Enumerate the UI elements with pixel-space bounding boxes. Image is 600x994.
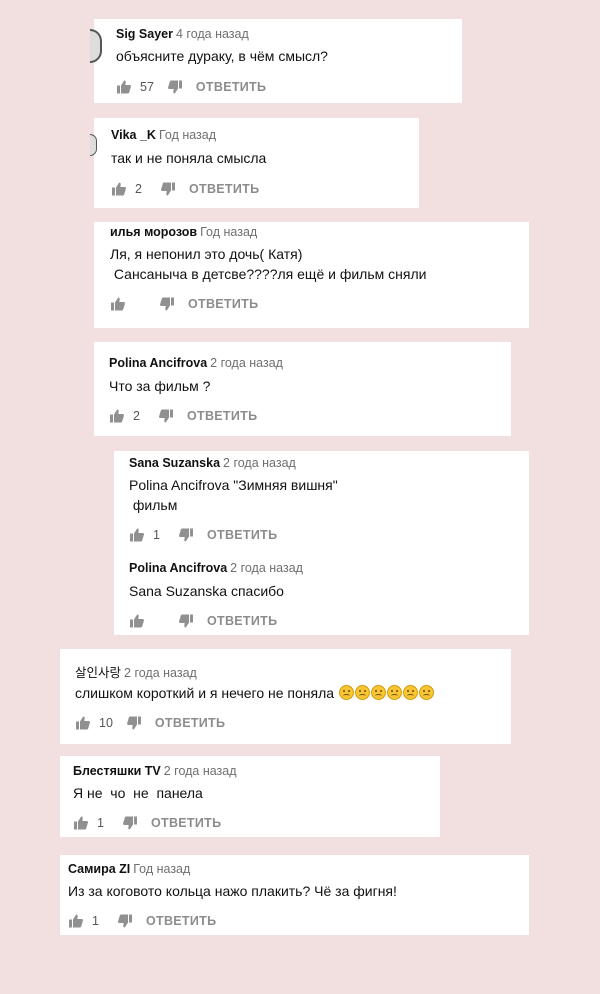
comment-text: Из за коговото кольца нажо плакить? Чё з… bbox=[68, 883, 397, 899]
reply-button[interactable]: ОТВЕТИТЬ bbox=[187, 409, 257, 423]
avatar[interactable] bbox=[90, 134, 97, 156]
confused-face-emoji bbox=[386, 685, 402, 700]
comment-actions: 1 ОТВЕТИТЬ bbox=[68, 912, 216, 930]
thumbs-down-icon[interactable] bbox=[159, 296, 175, 312]
confused-face-emoji bbox=[354, 685, 370, 700]
thumbs-up-icon[interactable] bbox=[129, 613, 145, 629]
reply-button[interactable]: ОТВЕТИТЬ bbox=[146, 914, 216, 928]
like-count: 1 bbox=[153, 528, 160, 542]
comment-meta: Блестяшки TV 2 года назад bbox=[73, 764, 237, 778]
reply-button[interactable]: ОТВЕТИТЬ bbox=[189, 182, 259, 196]
comment-author[interactable]: Sana Suzanska bbox=[129, 456, 220, 470]
comment-author[interactable]: Polina Ancifrova bbox=[129, 561, 227, 575]
comment-time[interactable]: Год назад bbox=[133, 862, 190, 876]
like-count: 1 bbox=[92, 914, 99, 928]
thumbs-up-icon[interactable] bbox=[109, 408, 125, 424]
comment-text: Я не чо не панела bbox=[73, 785, 203, 801]
comment-meta: Polina Ancifrova 2 года назад bbox=[129, 561, 303, 575]
reply-thread-card: Sana Suzanska 2 года назад Polina Ancifro… bbox=[114, 451, 529, 635]
confused-face-emoji bbox=[402, 685, 418, 700]
avatar[interactable] bbox=[90, 29, 102, 63]
comment-actions: 1 ОТВЕТИТЬ bbox=[73, 814, 221, 832]
thumbs-up-icon[interactable] bbox=[75, 715, 91, 731]
comment-card: илья морозов Год назад Ля, я непонил это … bbox=[94, 222, 529, 328]
comment-time[interactable]: Год назад bbox=[159, 128, 216, 142]
comment-card: 살인사랑 2 года назад слишком короткий и я не… bbox=[60, 649, 511, 744]
comment-author[interactable]: Polina Ancifrova bbox=[109, 356, 207, 370]
thumbs-down-icon[interactable] bbox=[122, 815, 138, 831]
comment-actions: 10 ОТВЕТИТЬ bbox=[75, 714, 225, 732]
comment-text: Что за фильм ? bbox=[109, 378, 211, 394]
comment-actions: 1 ОТВЕТИТЬ bbox=[129, 526, 277, 544]
comment-meta: Sana Suzanska 2 года назад bbox=[129, 456, 296, 470]
comment-actions: 2 ОТВЕТИТЬ bbox=[109, 407, 257, 425]
comment-time[interactable]: 2 года назад bbox=[230, 561, 303, 575]
comment-card: Блестяшки TV 2 года назад Я не чо не пане… bbox=[60, 756, 440, 837]
comment-actions: ОТВЕТИТЬ bbox=[110, 295, 258, 313]
comment-card: Polina Ancifrova 2 года назад Что за филь… bbox=[94, 342, 511, 436]
thumbs-up-icon[interactable] bbox=[111, 181, 127, 197]
comment-meta: Vika _K Год назад bbox=[111, 128, 216, 142]
like-count: 1 bbox=[97, 816, 104, 830]
comment-actions: 57 ОТВЕТИТЬ bbox=[116, 78, 266, 96]
comment-actions: ОТВЕТИТЬ bbox=[129, 612, 277, 630]
comment-card: Vika _K Год назад так и не поняла смысла … bbox=[90, 118, 419, 208]
comment-meta: илья морозов Год назад bbox=[110, 225, 257, 239]
comment-text: Ля, я непонил это дочь( Катя) Сансаныча … bbox=[110, 246, 427, 282]
comment-meta: Самира ZI Год назад bbox=[68, 862, 190, 876]
comment-text: так и не поняла смысла bbox=[111, 150, 267, 166]
reply-button[interactable]: ОТВЕТИТЬ bbox=[207, 614, 277, 628]
reply-button[interactable]: ОТВЕТИТЬ bbox=[196, 80, 266, 94]
thumbs-down-icon[interactable] bbox=[160, 181, 176, 197]
comment-actions: 2 ОТВЕТИТЬ bbox=[111, 180, 259, 198]
comment-author[interactable]: Блестяшки TV bbox=[73, 764, 161, 778]
thumbs-down-icon[interactable] bbox=[178, 613, 194, 629]
like-count: 10 bbox=[99, 716, 113, 730]
reply-button[interactable]: ОТВЕТИТЬ bbox=[188, 297, 258, 311]
comment-meta: 살인사랑 2 года назад bbox=[75, 662, 197, 681]
comment-author[interactable]: Vika _K bbox=[111, 128, 156, 142]
comment-time[interactable]: 2 года назад bbox=[124, 666, 197, 680]
comment-author[interactable]: 살인사랑 bbox=[75, 666, 121, 680]
like-count: 2 bbox=[133, 409, 140, 423]
comment-time[interactable]: 2 года назад bbox=[223, 456, 296, 470]
like-count: 2 bbox=[135, 182, 142, 196]
like-count: 57 bbox=[140, 80, 154, 94]
comment-card: Самира ZI Год назад Из за коговото кольца… bbox=[60, 855, 529, 935]
comment-text: слишком короткий и я нечего не поняла bbox=[75, 683, 434, 703]
comment-meta: Sig Sayer 4 года назад bbox=[116, 27, 249, 41]
thumbs-up-icon[interactable] bbox=[116, 79, 132, 95]
thumbs-down-icon[interactable] bbox=[126, 715, 142, 731]
thumbs-up-icon[interactable] bbox=[110, 296, 126, 312]
comment-time[interactable]: 2 года назад bbox=[210, 356, 283, 370]
reply-button[interactable]: ОТВЕТИТЬ bbox=[155, 716, 225, 730]
confused-face-emoji bbox=[338, 685, 354, 700]
thumbs-up-icon[interactable] bbox=[129, 527, 145, 543]
comment-author[interactable]: Самира ZI bbox=[68, 862, 130, 876]
thumbs-down-icon[interactable] bbox=[158, 408, 174, 424]
comment-meta: Polina Ancifrova 2 года назад bbox=[109, 356, 283, 370]
comment-text: Sana Suzanska спасибо bbox=[129, 583, 284, 599]
confused-face-emoji bbox=[370, 685, 386, 700]
thumbs-up-icon[interactable] bbox=[73, 815, 89, 831]
thumbs-down-icon[interactable] bbox=[117, 913, 133, 929]
comment-time[interactable]: Год назад bbox=[200, 225, 257, 239]
comment-card: Sig Sayer 4 года назад объясните дураку, … bbox=[90, 19, 462, 103]
thumbs-up-icon[interactable] bbox=[68, 913, 84, 929]
comment-author[interactable]: Sig Sayer bbox=[116, 27, 173, 41]
comment-text: объясните дураку, в чём смысл? bbox=[116, 48, 328, 64]
comment-time[interactable]: 2 года назад bbox=[164, 764, 237, 778]
comment-time[interactable]: 4 года назад bbox=[176, 27, 249, 41]
thumbs-down-icon[interactable] bbox=[178, 527, 194, 543]
confused-face-emoji bbox=[418, 685, 434, 700]
comment-text: Polina Ancifrova "Зимняя вишня" фильм bbox=[129, 477, 338, 513]
thumbs-down-icon[interactable] bbox=[167, 79, 183, 95]
comment-author[interactable]: илья морозов bbox=[110, 225, 197, 239]
reply-button[interactable]: ОТВЕТИТЬ bbox=[151, 816, 221, 830]
reply-button[interactable]: ОТВЕТИТЬ bbox=[207, 528, 277, 542]
emoji-row bbox=[338, 685, 434, 701]
